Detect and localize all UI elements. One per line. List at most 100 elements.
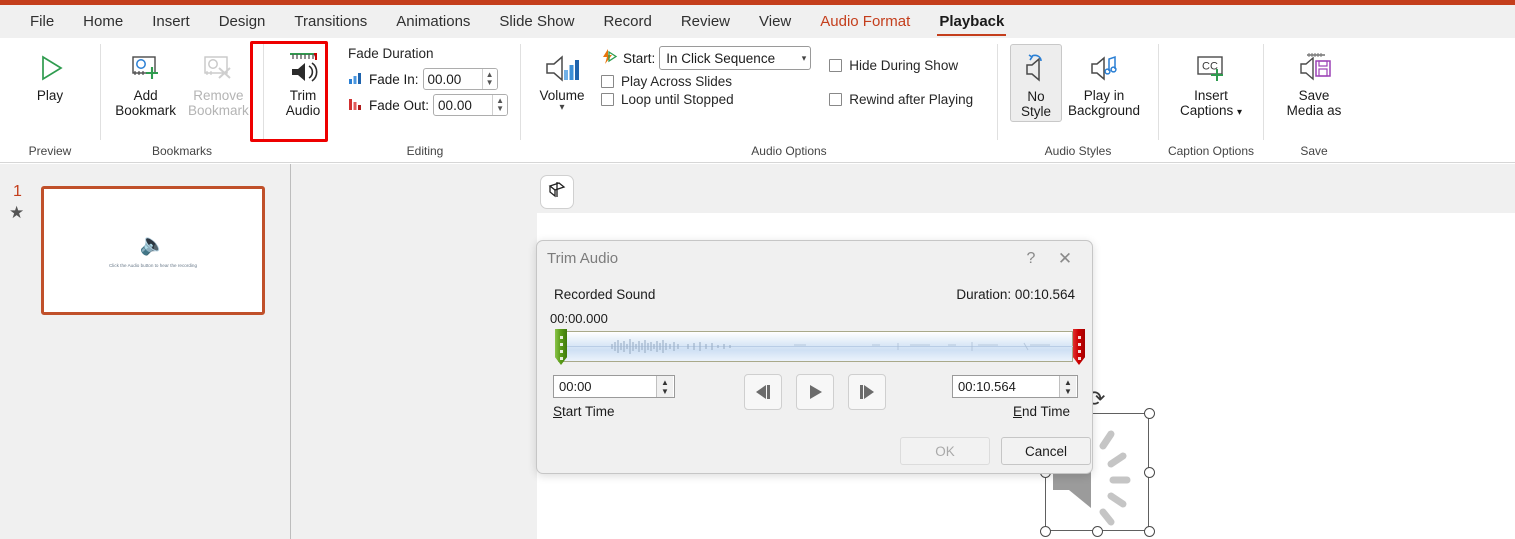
play-triangle-icon xyxy=(33,48,67,88)
remove-bookmark-label-line1: Remove xyxy=(193,88,244,103)
remove-bookmark-icon xyxy=(199,48,237,88)
play-in-background-icon xyxy=(1086,48,1122,88)
ribbon-group-audio-styles: No Style Play in Background Audio Styles xyxy=(998,38,1158,162)
insert-captions-button[interactable]: CC Insert Captions ▾ xyxy=(1174,44,1248,122)
play-preview-button[interactable] xyxy=(796,374,834,410)
tab-home[interactable]: Home xyxy=(71,9,135,34)
no-style-icon xyxy=(1019,49,1053,89)
tab-file[interactable]: File xyxy=(18,9,66,34)
group-label-audio-styles: Audio Styles xyxy=(1044,144,1112,158)
start-dropdown[interactable]: In Click Sequence ▾ xyxy=(659,46,812,70)
fade-out-input[interactable] xyxy=(434,95,493,115)
dialog-title: Trim Audio xyxy=(547,250,619,267)
ok-button[interactable]: OK xyxy=(900,437,990,465)
slide-thumbnail-1[interactable]: 🔈 Click the Audio button to hear the rec… xyxy=(41,186,265,315)
chevron-down-icon[interactable]: ▾ xyxy=(559,103,564,113)
play-button[interactable]: Play xyxy=(19,44,81,105)
fade-in-spinner[interactable]: ▲▼ xyxy=(422,68,498,90)
ribbon-group-editing: Trim Audio Fade Duration Fade In: 00.00 … xyxy=(264,38,520,162)
tab-transitions[interactable]: Transitions xyxy=(282,9,379,34)
chevron-down-icon[interactable]: ▾ xyxy=(1237,107,1242,118)
add-bookmark-label-line2: Bookmark xyxy=(115,103,176,118)
tab-insert[interactable]: Insert xyxy=(140,9,202,34)
play-across-slides-checkbox[interactable]: Play Across Slides xyxy=(601,74,811,89)
group-label-editing: Editing xyxy=(406,144,444,158)
end-time-spinner[interactable]: ▲▼ xyxy=(952,375,1078,398)
volume-button[interactable]: Volume ▾ xyxy=(531,44,593,114)
end-trim-marker[interactable] xyxy=(1073,329,1085,365)
start-time-input[interactable] xyxy=(554,376,656,397)
add-bookmark-icon xyxy=(127,48,165,88)
tab-view[interactable]: View xyxy=(747,9,803,34)
ribbon-group-bookmarks: Add Bookmark Remove Bookmark Bookmarks xyxy=(101,38,263,162)
animation-star-icon: ★ xyxy=(9,203,25,222)
tab-audio-format[interactable]: Audio Format xyxy=(808,9,922,34)
loop-until-stopped-checkbox[interactable]: Loop until Stopped xyxy=(601,92,811,107)
insert-captions-icon: CC xyxy=(1192,48,1230,88)
tab-review[interactable]: Review xyxy=(669,9,742,34)
no-style-label-line1: No xyxy=(1027,89,1045,104)
trim-audio-label-line1: Trim xyxy=(289,88,317,103)
start-time-arrows[interactable]: ▲ ▼ xyxy=(656,376,673,397)
play-label: Play xyxy=(36,88,64,103)
no-style-label-line2: Style xyxy=(1020,104,1051,119)
next-frame-button[interactable] xyxy=(848,374,886,410)
save-media-label-line1: Save xyxy=(1298,88,1330,103)
tab-design[interactable]: Design xyxy=(207,9,278,34)
volume-label: Volume xyxy=(539,88,585,103)
group-label-preview: Preview xyxy=(28,144,72,158)
waveform-graphic xyxy=(558,339,1073,354)
close-button[interactable]: ✕ xyxy=(1048,249,1082,269)
tab-animations[interactable]: Animations xyxy=(384,9,482,34)
dialog-title-bar: Trim Audio ? ✕ xyxy=(537,241,1092,276)
help-button[interactable]: ? xyxy=(1014,250,1048,268)
duration-label: Duration: 00:10.564 xyxy=(956,287,1075,302)
resize-handle-mr[interactable] xyxy=(1144,467,1155,478)
fade-in-icon xyxy=(348,70,365,88)
add-bookmark-button[interactable]: Add Bookmark xyxy=(109,44,182,120)
resize-handle-br[interactable] xyxy=(1144,526,1155,537)
loop-until-stopped-label: Loop until Stopped xyxy=(621,92,734,107)
fade-out-arrows[interactable]: ▲ ▼ xyxy=(492,95,508,115)
hide-during-show-checkbox[interactable]: Hide During Show xyxy=(829,58,973,73)
insert-captions-label-line2: Captions xyxy=(1179,103,1234,118)
fade-in-input[interactable] xyxy=(423,69,482,89)
start-time-spinner[interactable]: ▲▼ xyxy=(553,375,675,398)
previous-frame-button[interactable] xyxy=(744,374,782,410)
cancel-button[interactable]: Cancel xyxy=(1001,437,1091,465)
slide-thumbnail-caption: Click the Audio button to hear the recor… xyxy=(108,263,198,268)
trim-audio-icon xyxy=(283,48,323,88)
trim-audio-label-line2: Audio xyxy=(285,103,321,118)
trim-audio-button[interactable]: Trim Audio xyxy=(272,44,334,120)
rewind-after-playing-checkbox[interactable]: Rewind after Playing xyxy=(829,92,973,107)
play-in-background-button[interactable]: Play in Background xyxy=(1062,44,1146,120)
tab-record[interactable]: Record xyxy=(591,9,663,34)
end-time-input[interactable] xyxy=(953,376,1059,397)
ribbon-tab-bar: File Home Insert Design Transitions Anim… xyxy=(0,5,1515,38)
fade-in-arrows[interactable]: ▲ ▼ xyxy=(481,69,497,89)
resize-handle-bl[interactable] xyxy=(1040,526,1051,537)
waveform-area[interactable] xyxy=(548,329,1085,365)
end-time-arrows[interactable]: ▲ ▼ xyxy=(1059,376,1076,397)
start-animation-icon xyxy=(601,48,619,68)
chevron-down-icon[interactable]: ▾ xyxy=(802,53,807,64)
fade-out-spinner[interactable]: ▲▼ xyxy=(433,94,509,116)
no-style-button[interactable]: No Style xyxy=(1009,44,1062,122)
designer-ideas-button[interactable] xyxy=(540,175,574,209)
tab-slide-show[interactable]: Slide Show xyxy=(487,9,586,34)
svg-text:CC: CC xyxy=(1202,61,1218,73)
start-label: Start: xyxy=(623,50,656,66)
sound-name: Recorded Sound xyxy=(554,287,656,302)
tab-playback[interactable]: Playback xyxy=(927,9,1016,36)
ribbon-group-audio-options: Volume ▾ Start: In Click Sequence ▾ Play… xyxy=(521,38,997,162)
save-media-as-button[interactable]: Save Media as xyxy=(1281,44,1348,120)
resize-handle-tr[interactable] xyxy=(1144,408,1155,419)
checkbox-box[interactable] xyxy=(829,59,843,72)
resize-handle-bc[interactable] xyxy=(1092,526,1103,537)
marker-grip-dots xyxy=(555,332,567,364)
trim-audio-dialog: Trim Audio ? ✕ Recorded Sound Duration: … xyxy=(536,240,1093,474)
checkbox-box[interactable] xyxy=(601,75,614,88)
group-label-caption-options: Caption Options xyxy=(1167,144,1255,158)
checkbox-box[interactable] xyxy=(601,93,614,106)
checkbox-box[interactable] xyxy=(829,93,843,106)
